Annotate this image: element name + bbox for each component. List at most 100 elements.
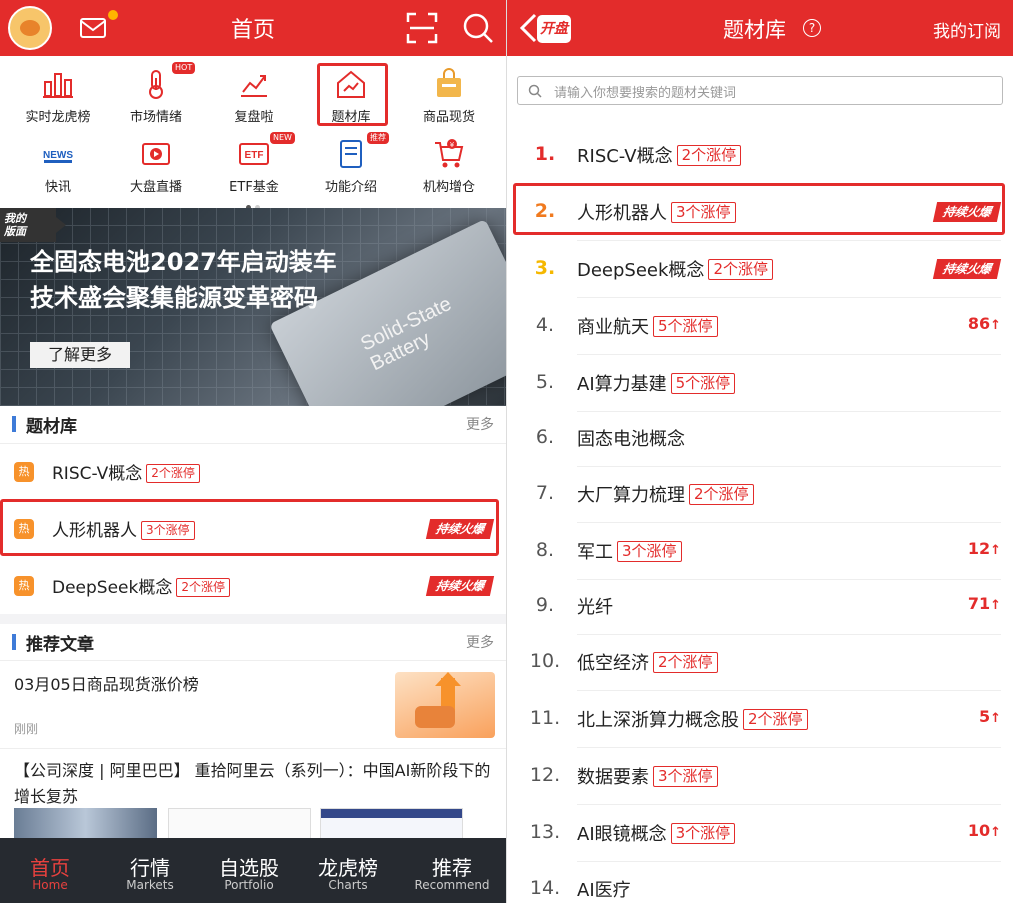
promo-banner[interactable]: Solid-State Battery 我的 版面 全固态电池2027年启动装车 …: [0, 208, 506, 406]
article-title: 【公司深度 | 阿里巴巴】 重拾阿里云（系列一）：中国AI新阶段下的增长复苏: [14, 761, 491, 806]
home-header: 首页: [0, 0, 506, 56]
section-title: 推荐文章: [26, 635, 94, 655]
limit-up-tag: 5个涨停: [653, 316, 718, 337]
more-link[interactable]: 更多: [466, 414, 494, 434]
article-thumbnail: [395, 672, 495, 738]
tab-markets[interactable]: 行情 Markets: [100, 838, 200, 903]
shortcut-market-mood[interactable]: HOT 市场情绪: [106, 60, 206, 126]
limit-up-tag: 3个涨停: [653, 766, 718, 787]
shortcut-features[interactable]: 推荐 功能介绍: [301, 130, 401, 196]
help-icon[interactable]: ?: [803, 19, 821, 37]
shortcut-label: 功能介绍: [324, 180, 377, 195]
limit-up-tag: 3个涨停: [670, 823, 736, 844]
topic-rank-item[interactable]: 6. 固态电池概念: [507, 410, 1013, 467]
article-title: 03月05日商品现货涨价榜: [14, 675, 199, 694]
topic-rank-item[interactable]: 4. 商业航天 5个涨停 86↑: [507, 298, 1013, 355]
arrow-up-icon: ↑: [990, 598, 1001, 613]
article-image: [14, 808, 157, 840]
topic-section-header: 题材库 更多: [0, 406, 506, 442]
topic-name: 低空经济 2个涨停: [577, 649, 718, 675]
recommend-badge: 推荐: [367, 132, 389, 144]
shortcut-label: 大盘直播: [129, 180, 182, 195]
limit-up-tag: 5个涨停: [670, 373, 736, 394]
tab-home[interactable]: 首页 Home: [0, 838, 100, 903]
topic-rank-item[interactable]: 10. 低空经济 2个涨停: [507, 634, 1013, 691]
limit-up-tag: 2个涨停: [676, 145, 742, 166]
topic-row[interactable]: 热 DeepSeek概念 2个涨停 持续火爆: [0, 558, 506, 614]
tab-recommend[interactable]: 推荐 Recommend: [402, 838, 502, 903]
topic-rank-item[interactable]: 12. 数据要素 3个涨停: [507, 748, 1013, 805]
news-icon: NEWS: [43, 144, 73, 164]
limit-up-tag: 2个涨停: [653, 652, 718, 673]
article-section-header: 推荐文章 更多: [0, 624, 506, 660]
back-icon[interactable]: [517, 12, 539, 44]
shortcut-institution[interactable]: ¥ 机构增仓: [399, 130, 499, 196]
tab-charts[interactable]: 龙虎榜 Charts: [298, 838, 398, 903]
rank-number: 14.: [529, 877, 561, 899]
topic-name: 北上深浙算力概念股 2个涨停: [577, 706, 808, 732]
trending-badge: 持续火爆: [932, 259, 1002, 279]
thermometer-icon: [149, 70, 163, 99]
book-icon: [340, 140, 362, 168]
brand-badge: 开盘: [537, 15, 571, 43]
shortcut-review[interactable]: 复盘啦: [204, 60, 304, 126]
topic-name: AI算力基建 5个涨停: [577, 370, 736, 396]
rank-number: 1.: [534, 143, 556, 165]
hot-badge: HOT: [172, 62, 196, 74]
topic-rank-item[interactable]: 3. DeepSeek概念 2个涨停 持续火爆: [507, 241, 1013, 298]
topic-rank-item[interactable]: 7. 大厂算力梳理 2个涨停: [507, 466, 1013, 523]
shortcut-news[interactable]: NEWS 快讯: [8, 130, 108, 196]
article-image: [320, 808, 463, 840]
svg-text:ETF: ETF: [245, 150, 264, 161]
rank-number: 11.: [529, 707, 561, 729]
hot-badge: 热: [14, 576, 34, 596]
topic-name: 固态电池概念: [577, 429, 685, 450]
topic-name: 军工 3个涨停: [577, 538, 682, 564]
shortcut-label: 市场情绪: [129, 110, 182, 125]
topic-row[interactable]: 热 RISC-V概念 2个涨停: [0, 444, 506, 500]
rank-number: 8.: [535, 539, 555, 561]
scan-icon[interactable]: [406, 12, 438, 44]
topic-header: 开盘 题材库 ? 我的订阅: [507, 0, 1013, 56]
search-placeholder: 请输入你想要搜索的题材关键词: [554, 86, 737, 101]
topic-search-input[interactable]: 请输入你想要搜索的题材关键词: [517, 76, 1003, 105]
limit-up-tag: 3个涨停: [617, 541, 682, 562]
svg-text:NEWS: NEWS: [43, 150, 73, 161]
hot-badge: 热: [14, 462, 34, 482]
shortcut-etf[interactable]: ETF NEW ETF基金: [204, 130, 304, 196]
shortcut-live[interactable]: 大盘直播: [106, 130, 206, 196]
topic-rank-item[interactable]: 14. AI医疗: [507, 861, 1013, 903]
rank-number: 10.: [529, 650, 561, 672]
limit-up-tag: 2个涨停: [743, 709, 808, 730]
topic-rank-item[interactable]: 8. 军工 3个涨停 12↑: [507, 523, 1013, 580]
my-layout-tag[interactable]: 我的 版面: [0, 208, 66, 242]
shortcut-label: ETF基金: [229, 180, 279, 195]
search-icon: [528, 84, 542, 98]
limit-up-tag: 2个涨停: [176, 578, 230, 597]
more-link[interactable]: 更多: [466, 632, 494, 652]
rank-change: 5↑: [978, 707, 1001, 726]
highlight-box: [0, 499, 499, 556]
topic-rank-item[interactable]: 9. 光纤 71↑: [507, 578, 1013, 635]
shortcut-longhubang[interactable]: 实时龙虎榜: [8, 60, 108, 126]
topic-name: DeepSeek概念 2个涨停: [52, 573, 230, 598]
section-title: 题材库: [26, 417, 77, 437]
topic-name: DeepSeek概念 2个涨停: [577, 256, 773, 282]
rank-change: 86↑: [967, 314, 1001, 333]
topic-rank-item[interactable]: 11. 北上深浙算力概念股 2个涨停 5↑: [507, 691, 1013, 748]
my-subscriptions-button[interactable]: 我的订阅: [933, 17, 1001, 42]
shortcut-commodity[interactable]: 商品现货: [399, 60, 499, 126]
learn-more-button[interactable]: 了解更多: [30, 342, 130, 368]
article-time: 刚刚: [14, 722, 39, 736]
rank-number: 4.: [535, 314, 555, 336]
shortcut-label: 复盘啦: [234, 110, 274, 125]
shortcut-label: 机构增仓: [422, 180, 475, 195]
search-icon[interactable]: [462, 12, 494, 44]
topic-rank-item[interactable]: 13. AI眼镜概念 3个涨停 10↑: [507, 805, 1013, 862]
bar-chart-icon: [43, 73, 73, 98]
topic-rank-item[interactable]: 5. AI算力基建 5个涨停: [507, 355, 1013, 412]
page-title: 题材库: [723, 18, 786, 42]
tab-portfolio[interactable]: 自选股 Portfolio: [199, 838, 299, 903]
topic-rank-item[interactable]: 1. RISC-V概念 2个涨停: [507, 127, 1013, 184]
cart-icon: ¥: [435, 139, 464, 168]
